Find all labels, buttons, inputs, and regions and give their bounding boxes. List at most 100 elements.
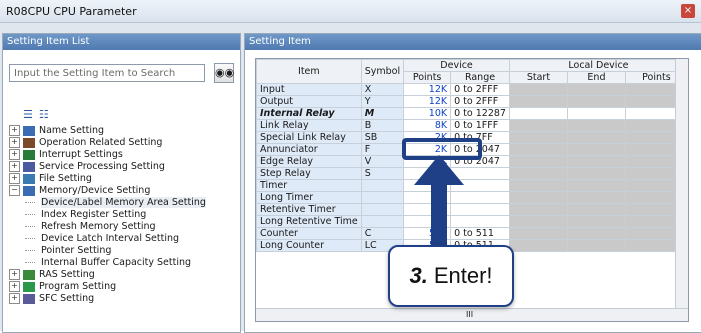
local-device-cell[interactable] xyxy=(566,203,626,216)
tree-item[interactable]: Device/Label Memory Area Setting xyxy=(9,197,239,209)
tree-connector xyxy=(25,213,35,216)
tree-item-label: Memory/Device Setting xyxy=(39,185,151,196)
expand-icon[interactable]: + xyxy=(9,137,20,148)
device-item-cell: Long Retentive Time xyxy=(256,215,362,228)
tree-item[interactable]: + File Setting xyxy=(9,173,239,185)
local-device-cell[interactable] xyxy=(508,155,568,168)
close-button[interactable]: × xyxy=(681,4,695,18)
horizontal-scrollbar[interactable]: III xyxy=(256,308,688,321)
tree-item[interactable]: + RAS Setting xyxy=(9,269,239,281)
collapse-all-icon[interactable]: ☷ xyxy=(39,108,55,121)
device-symbol-cell: M xyxy=(360,107,405,120)
local-device-cell[interactable] xyxy=(566,191,626,204)
setting-category-icon xyxy=(23,149,35,160)
col-end: End xyxy=(566,71,626,84)
col-item: Item xyxy=(256,59,362,84)
device-points-cell[interactable]: 10K xyxy=(403,107,452,120)
local-device-cell[interactable] xyxy=(566,107,626,120)
tree-item[interactable]: + Program Setting xyxy=(9,281,239,293)
tree-item-label: Interrupt Settings xyxy=(39,149,123,160)
tree-item[interactable]: + Name Setting xyxy=(9,125,239,137)
expand-all-icon[interactable]: ☰ xyxy=(23,108,39,121)
device-item-cell: Special Link Relay xyxy=(256,131,362,144)
tree-item[interactable]: Pointer Setting xyxy=(9,245,239,257)
expand-icon[interactable]: + xyxy=(9,161,20,172)
tree-connector xyxy=(25,261,35,264)
local-device-cell[interactable] xyxy=(566,227,626,240)
setting-item-list-panel: Setting Item List Input the Setting Item… xyxy=(2,33,241,333)
device-symbol-cell: S xyxy=(360,167,405,180)
local-device-cell[interactable] xyxy=(508,167,568,180)
device-symbol-cell: F xyxy=(360,143,405,156)
local-device-cell[interactable] xyxy=(508,239,568,252)
local-device-cell[interactable] xyxy=(508,131,568,144)
setting-category-icon xyxy=(23,281,35,292)
local-device-cell[interactable] xyxy=(508,119,568,132)
device-symbol-cell: V xyxy=(360,155,405,168)
device-points-cell[interactable]: 8K xyxy=(403,119,452,132)
local-device-cell[interactable] xyxy=(566,215,626,228)
device-row: Step RelayS0 xyxy=(256,167,688,180)
instruction-callout: 3. Enter! xyxy=(388,245,514,307)
tree-item-label: RAS Setting xyxy=(39,269,95,280)
device-item-cell: Internal Relay xyxy=(256,107,362,120)
tree-item[interactable]: Internal Buffer Capacity Setting xyxy=(9,257,239,269)
local-device-cell[interactable] xyxy=(566,167,626,180)
local-device-cell[interactable] xyxy=(508,143,568,156)
tree-item[interactable]: + Interrupt Settings xyxy=(9,149,239,161)
local-device-cell[interactable] xyxy=(508,179,568,192)
local-device-cell[interactable] xyxy=(508,203,568,216)
search-input[interactable]: Input the Setting Item to Search xyxy=(9,64,205,82)
local-device-cell[interactable] xyxy=(508,95,568,108)
local-device-cell[interactable] xyxy=(566,143,626,156)
binoculars-icon: ◉◉ xyxy=(215,66,235,79)
device-row: Timer xyxy=(256,179,688,192)
device-symbol-cell xyxy=(360,191,405,204)
tree-item-label: Pointer Setting xyxy=(41,245,112,256)
device-points-cell[interactable]: 12K xyxy=(403,95,452,108)
device-points-cell[interactable]: 12K xyxy=(403,83,452,96)
expand-icon[interactable]: + xyxy=(9,269,20,280)
device-range-cell: 0 to 1FFF xyxy=(450,119,510,132)
tree-item[interactable]: − Memory/Device Setting xyxy=(9,185,239,197)
expand-icon[interactable]: + xyxy=(9,149,20,160)
device-symbol-cell xyxy=(360,203,405,216)
tree-item-label: Internal Buffer Capacity Setting xyxy=(41,257,192,268)
local-device-cell[interactable] xyxy=(508,107,568,120)
local-device-cell[interactable] xyxy=(566,131,626,144)
search-button[interactable]: ◉◉ xyxy=(214,63,234,83)
tree-item[interactable]: + Operation Related Setting xyxy=(9,137,239,149)
device-item-cell: Long Timer xyxy=(256,191,362,204)
local-device-cell[interactable] xyxy=(566,179,626,192)
local-device-cell[interactable] xyxy=(566,119,626,132)
expand-icon[interactable]: + xyxy=(9,173,20,184)
expand-icon[interactable]: + xyxy=(9,281,20,292)
setting-item-list-header: Setting Item List xyxy=(3,34,240,50)
device-symbol-cell: X xyxy=(360,83,405,96)
local-device-cell[interactable] xyxy=(508,191,568,204)
col-local-device: Local Device xyxy=(508,59,688,72)
local-device-cell[interactable] xyxy=(566,95,626,108)
scroll-grip: III xyxy=(466,310,474,319)
local-device-cell[interactable] xyxy=(566,83,626,96)
collapse-icon[interactable]: − xyxy=(9,185,20,196)
device-symbol-cell: B xyxy=(360,119,405,132)
local-device-cell[interactable] xyxy=(508,227,568,240)
local-device-cell[interactable] xyxy=(508,83,568,96)
expand-icon[interactable]: + xyxy=(9,293,20,304)
tree-item[interactable]: + SFC Setting xyxy=(9,293,239,305)
tree-connector xyxy=(25,225,35,228)
tree-item[interactable]: Device Latch Interval Setting xyxy=(9,233,239,245)
vertical-scrollbar[interactable] xyxy=(675,59,688,321)
tree-item[interactable]: Refresh Memory Setting xyxy=(9,221,239,233)
local-device-cell[interactable] xyxy=(566,239,626,252)
local-device-cell[interactable] xyxy=(508,215,568,228)
setting-category-icon xyxy=(23,293,35,304)
expand-icon[interactable]: + xyxy=(9,125,20,136)
tree-item[interactable]: + Service Processing Setting xyxy=(9,161,239,173)
tree-item-label: Index Register Setting xyxy=(41,209,147,220)
local-device-cell[interactable] xyxy=(566,155,626,168)
col-range: Range xyxy=(450,71,510,84)
setting-category-icon xyxy=(23,173,35,184)
tree-item[interactable]: Index Register Setting xyxy=(9,209,239,221)
